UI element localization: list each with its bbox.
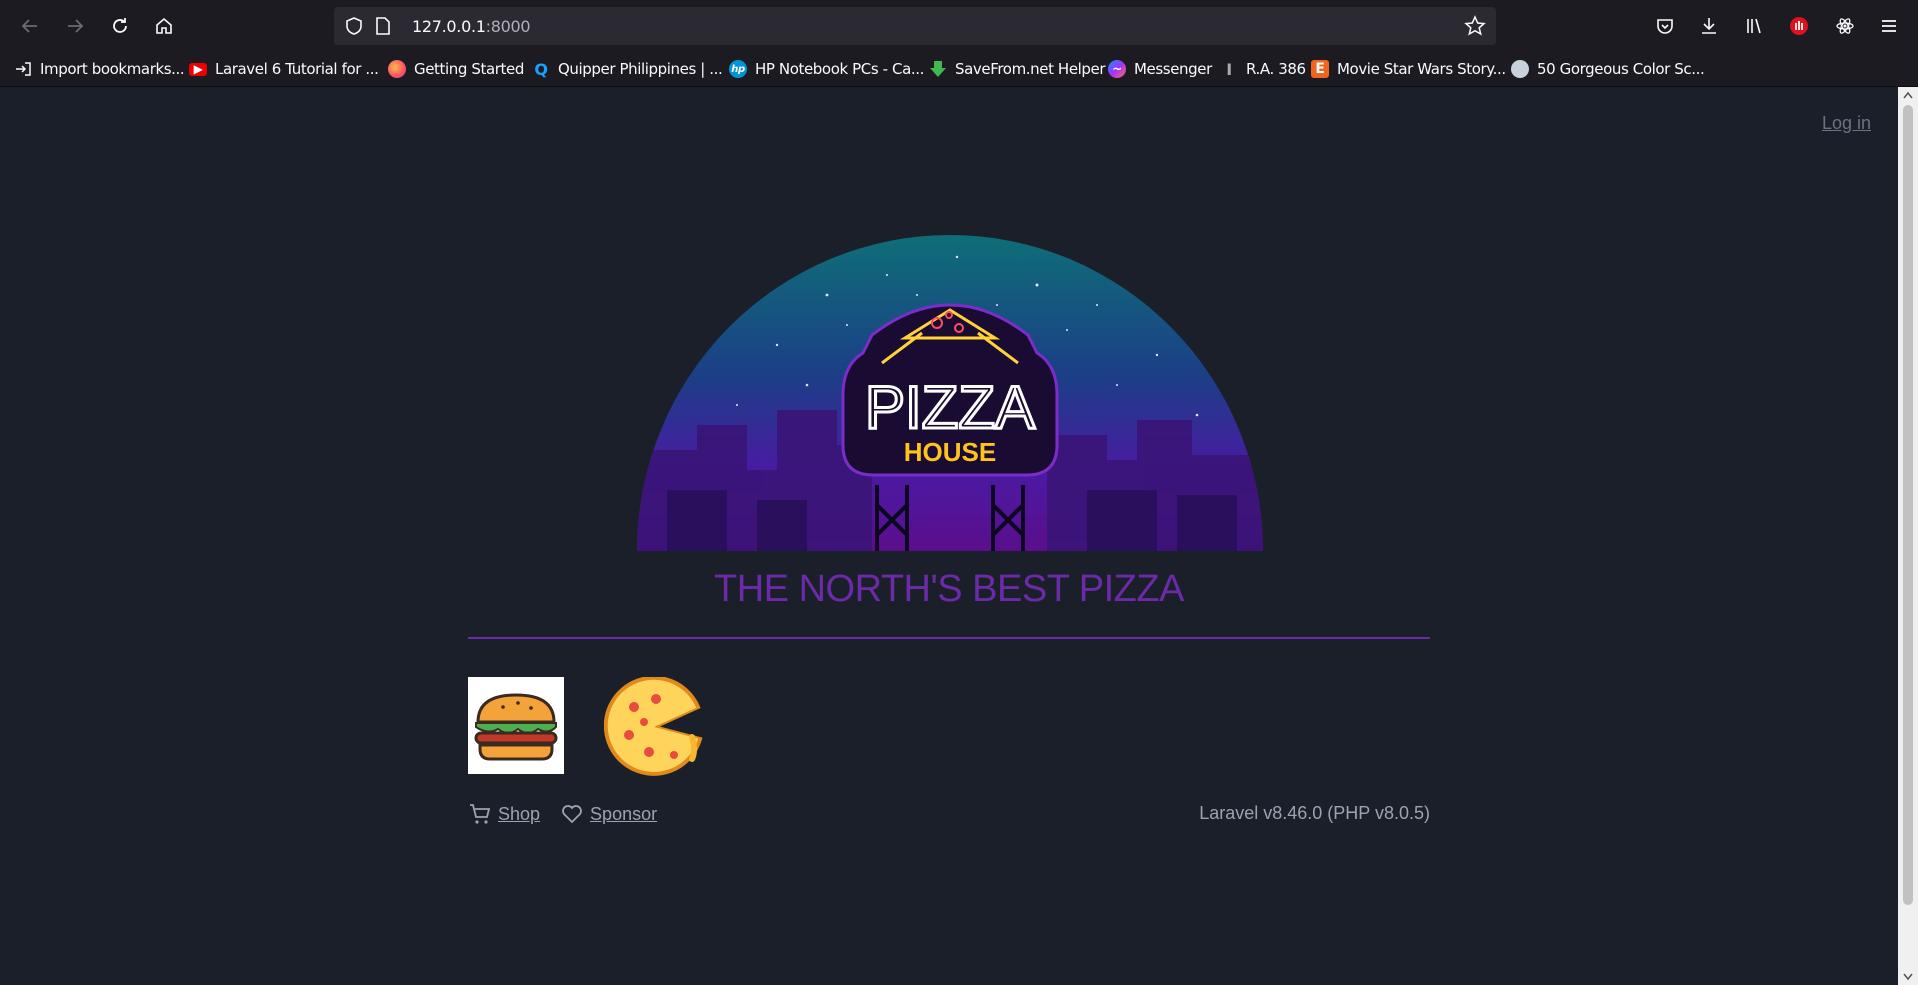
sponsor-link[interactable]: Sponsor [590,804,657,825]
shield-icon[interactable] [344,16,364,36]
url-bar[interactable]: 127.0.0.1:8000 [334,7,1496,45]
cart-icon [470,804,491,824]
extension-blocker-button[interactable] [1785,12,1813,40]
bookmark-messenger[interactable]: ~ Messenger [1108,59,1212,79]
arrow-left-icon [21,19,37,33]
bookmark-label: HP Notebook PCs - Ca... [755,60,924,78]
url-host: 127.0.0.1 [412,17,486,36]
bookmark-label: Getting Started [414,60,524,78]
download-arrow-icon [930,61,946,77]
bookmark-label: Messenger [1134,60,1212,78]
reload-icon [113,18,127,33]
bookmark-laravel-tutorial[interactable]: ▶ Laravel 6 Tutorial for ... [189,59,379,79]
text-cursor-icon: I [1226,59,1232,79]
login-link[interactable]: Log in [1822,113,1871,134]
downloads-button[interactable] [1695,12,1723,40]
bookmark-hp-notebook[interactable]: hp HP Notebook PCs - Ca... [729,59,924,79]
bookmark-label: SaveFrom.net Helper [955,60,1106,78]
back-button[interactable] [16,12,44,40]
hamburger-icon [1882,20,1896,32]
logo-house-text: HOUSE [904,437,996,467]
burger-image [468,677,564,774]
youtube-icon: ▶ [189,62,207,76]
scrollbar[interactable] [1898,87,1918,985]
version-text: Laravel v8.46.0 (PHP v8.0.5) [1199,803,1430,823]
quipper-icon: Q [534,59,548,79]
scroll-up-icon[interactable] [1902,90,1914,100]
firefox-icon [388,60,406,78]
reload-button[interactable] [106,12,134,40]
url-port: :8000 [485,17,531,36]
messenger-icon: ~ [1108,60,1126,78]
palette-icon [1511,60,1529,78]
page-content: Log in PIZZA HOUSE THE NORTH'S BEST PIZZ… [0,87,1898,985]
bookmark-label: R.A. 386 [1246,60,1306,78]
arrow-right-icon [68,19,84,33]
browser-toolbar: 127.0.0.1:8000 [0,0,1918,52]
bookmark-color-schemes[interactable]: 50 Gorgeous Color Sc... [1511,59,1705,79]
pocket-button[interactable] [1651,12,1679,40]
react-icon [1836,18,1854,34]
bookmark-import[interactable]: Import bookmarks... [14,59,185,79]
bookmarks-toolbar: Import bookmarks... ▶ Laravel 6 Tutorial… [0,52,1918,87]
pizza-house-logo: PIZZA HOUSE [637,235,1263,551]
download-icon [1702,18,1716,34]
logo-pizza-text: PIZZA [865,374,1035,441]
scrollbar-thumb[interactable] [1903,105,1913,905]
bookmark-label: Quipper Philippines | ... [558,60,723,78]
hand-stop-icon [1790,17,1808,35]
scroll-down-icon[interactable] [1902,972,1914,982]
bookmark-label: Movie Star Wars Story... [1337,60,1506,78]
etsy-icon: E [1311,60,1329,78]
react-devtools-button[interactable] [1831,12,1859,40]
bookmark-label: 50 Gorgeous Color Sc... [1537,60,1705,78]
page-icon [376,17,390,35]
bookmark-ra-386[interactable]: I R.A. 386 [1220,59,1306,79]
hp-icon: hp [729,60,747,78]
page-title: THE NORTH'S BEST PIZZA [714,568,1184,610]
bookmark-label: Laravel 6 Tutorial for ... [215,60,379,78]
import-icon [16,62,31,76]
library-icon [1747,18,1761,34]
bookmark-label: Import bookmarks... [40,60,185,78]
footer-links: Shop Sponsor [468,802,657,826]
bookmark-quipper[interactable]: Q Quipper Philippines | ... [532,59,722,79]
star-icon[interactable] [1464,15,1486,37]
home-icon [156,17,172,34]
pocket-icon [1657,19,1673,34]
menu-button[interactable] [1875,12,1903,40]
library-button[interactable] [1740,12,1768,40]
bookmark-savefrom[interactable]: SaveFrom.net Helper [929,59,1106,79]
heart-icon [562,805,582,824]
bookmark-star-wars[interactable]: E Movie Star Wars Story... [1311,59,1506,79]
forward-button[interactable] [61,12,89,40]
shop-link[interactable]: Shop [498,804,540,825]
bookmark-getting-started[interactable]: Getting Started [388,59,524,79]
divider [468,637,1430,639]
url-text: 127.0.0.1:8000 [412,17,531,36]
home-button[interactable] [150,12,178,40]
pizza-image [604,677,703,776]
